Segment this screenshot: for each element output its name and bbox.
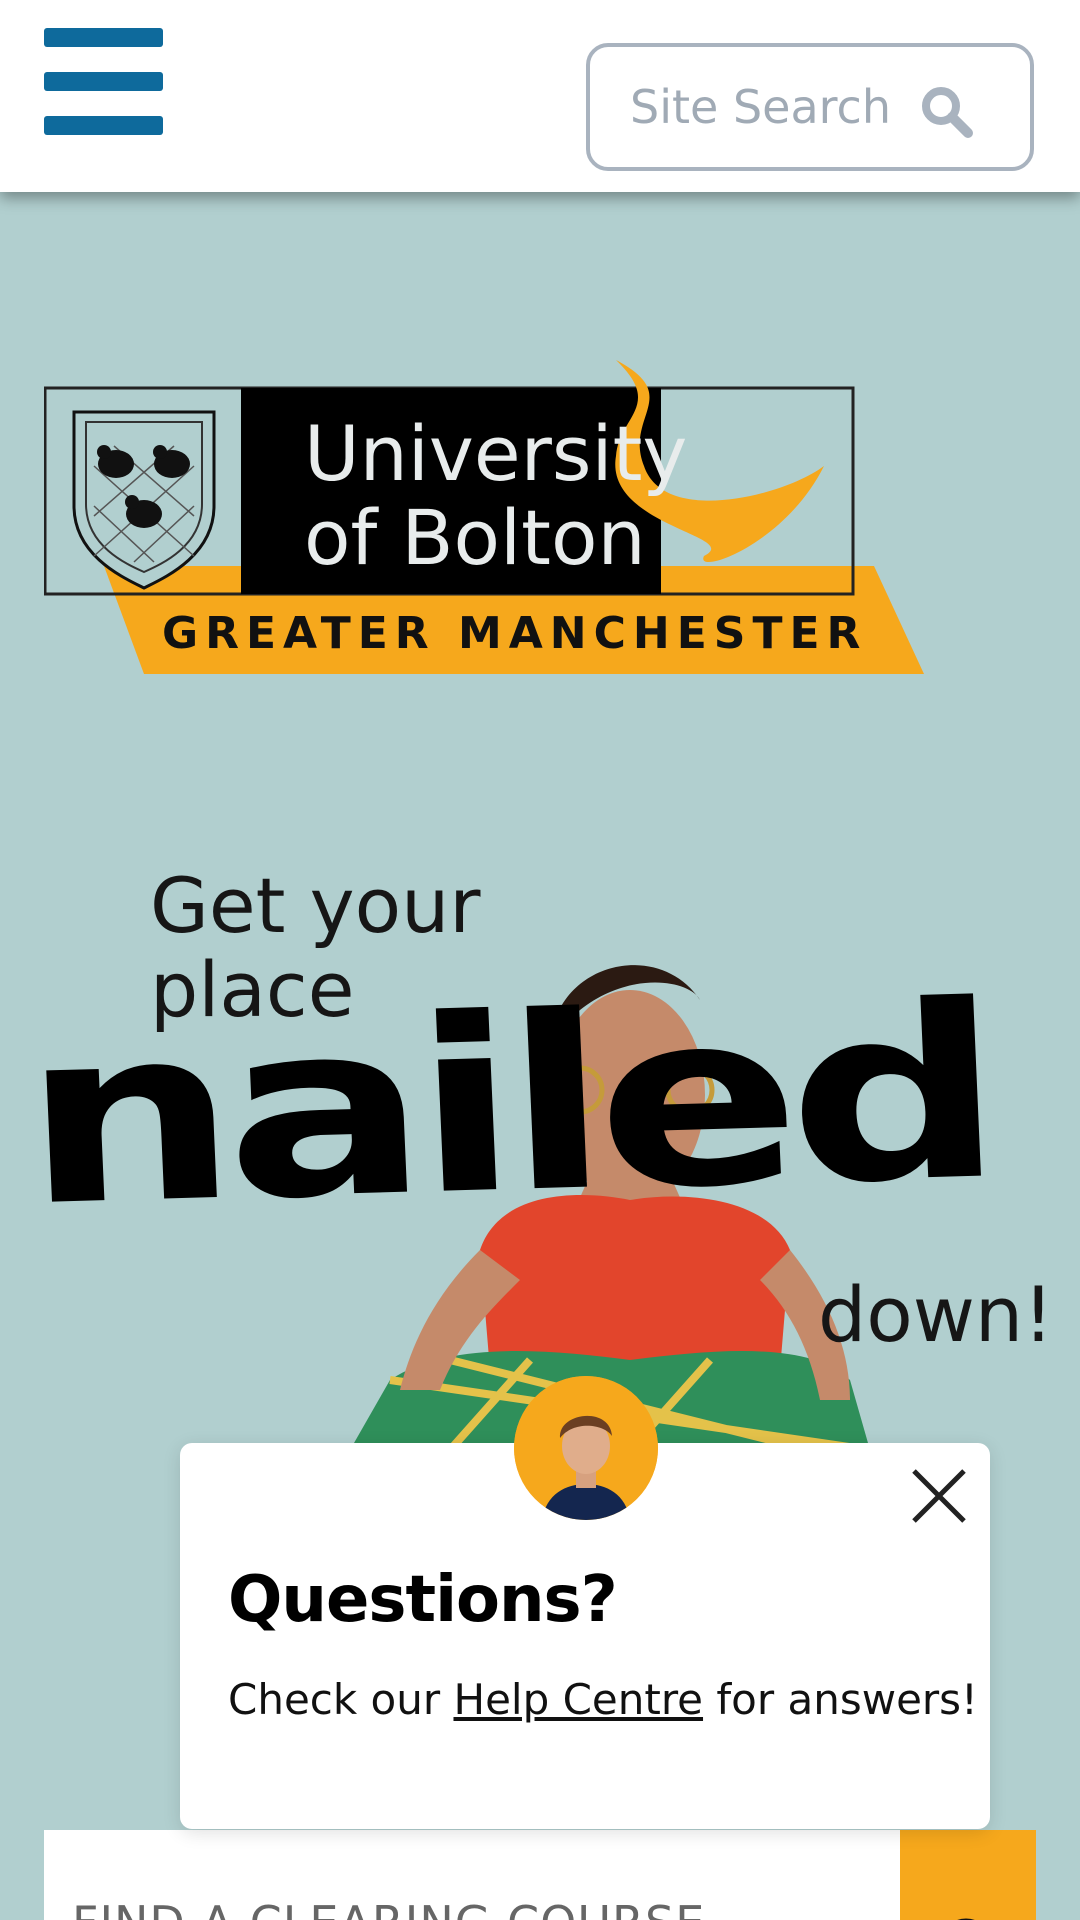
search-icon[interactable] — [918, 83, 974, 139]
menu-bar — [44, 116, 163, 135]
crest-icon — [72, 410, 216, 590]
popup-text-after: for answers! — [703, 1675, 978, 1724]
page: University of Bolton GREATER MANCHESTER … — [0, 0, 1080, 1920]
hero-headline: nailed — [17, 952, 997, 1260]
close-icon[interactable] — [910, 1467, 968, 1525]
popup-title: Questions? — [228, 1563, 618, 1637]
course-search-input[interactable] — [72, 1896, 872, 1920]
logo-name-line1: University — [304, 409, 688, 498]
site-search-input[interactable] — [630, 80, 930, 134]
logo-region: GREATER MANCHESTER — [162, 608, 868, 659]
site-search-box — [586, 43, 1034, 171]
course-finder — [44, 1830, 1036, 1920]
university-logo[interactable]: University of Bolton GREATER MANCHESTER — [43, 356, 934, 676]
logo-wordmark: University of Bolton — [304, 412, 687, 580]
help-centre-link[interactable]: Help Centre — [453, 1675, 703, 1724]
hero-line-1: Get your — [150, 861, 481, 950]
menu-bar — [44, 72, 163, 91]
popup-message: Check our Help Centre for answers! — [228, 1675, 978, 1724]
advisor-avatar — [514, 1376, 658, 1520]
site-header — [0, 0, 1080, 192]
hero-line-3: down! — [818, 1270, 1054, 1359]
menu-icon[interactable] — [44, 28, 164, 135]
search-icon — [957, 1918, 975, 1920]
course-search-button[interactable] — [900, 1830, 1036, 1920]
logo-name-line2: of Bolton — [304, 493, 646, 582]
popup-text-before: Check our — [228, 1675, 454, 1724]
avatar-portrait — [514, 1376, 658, 1520]
menu-bar — [44, 28, 163, 47]
